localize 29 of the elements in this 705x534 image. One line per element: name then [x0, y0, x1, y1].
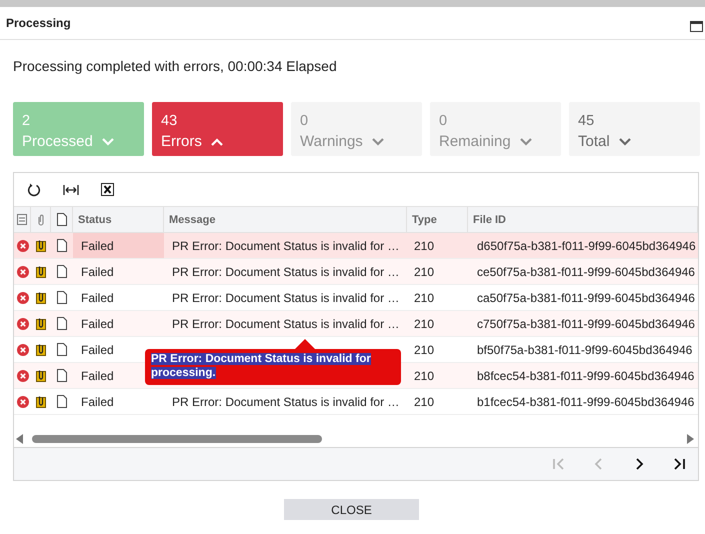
table-cell: 210	[414, 316, 434, 330]
table-cell: 210	[414, 264, 434, 278]
table-cell: Failed	[81, 316, 114, 330]
table-cell: Failed	[81, 290, 114, 304]
table-cell: PR Error: Document Status is invalid for …	[172, 238, 400, 252]
table-cell: bf50f75a-b381-f011-9f99-6045bd364946	[477, 342, 692, 356]
table-cell: ce50f75a-b381-f011-9f99-6045bd364946	[477, 264, 695, 278]
table-cell: Failed	[81, 342, 114, 356]
table-cell: d650f75a-b381-f011-9f99-6045bd364946	[477, 238, 696, 252]
table-cell: 210	[414, 238, 434, 252]
table-cell: Failed	[81, 264, 114, 278]
table-cell: PR Error: Document Status is invalid for …	[172, 290, 400, 304]
table-cell: PR Error: Document Status is invalid for …	[172, 264, 400, 278]
window-title: Processing	[6, 16, 71, 30]
status-message: Processing completed with errors, 00:00:34 Elapsed	[13, 58, 338, 74]
table-cell: b8fcec54-b381-f011-9f99-6045bd364946	[477, 368, 694, 382]
table-cell: ca50f75a-b381-f011-9f99-6045bd364946	[477, 290, 695, 304]
table-cell: Failed	[81, 394, 114, 408]
table-cell: 210	[414, 342, 434, 356]
table-cell: b1fcec54-b381-f011-9f99-6045bd364946	[477, 394, 694, 408]
table-cell: PR Error: Document Status is invalid for …	[172, 394, 400, 408]
table-cell: 210	[414, 394, 434, 408]
table-cell: 210	[414, 368, 434, 382]
table-cell: c750f75a-b381-f011-9f99-6045bd364946	[477, 316, 695, 330]
error-tooltip: PR Error: Document Status is invalid for processing.	[145, 339, 401, 385]
table-cell: 210	[414, 290, 434, 304]
table-cell: PR Error: Document Status is invalid for …	[172, 316, 400, 330]
table-cell: Failed	[81, 368, 114, 382]
table-cell: Failed	[81, 238, 114, 252]
